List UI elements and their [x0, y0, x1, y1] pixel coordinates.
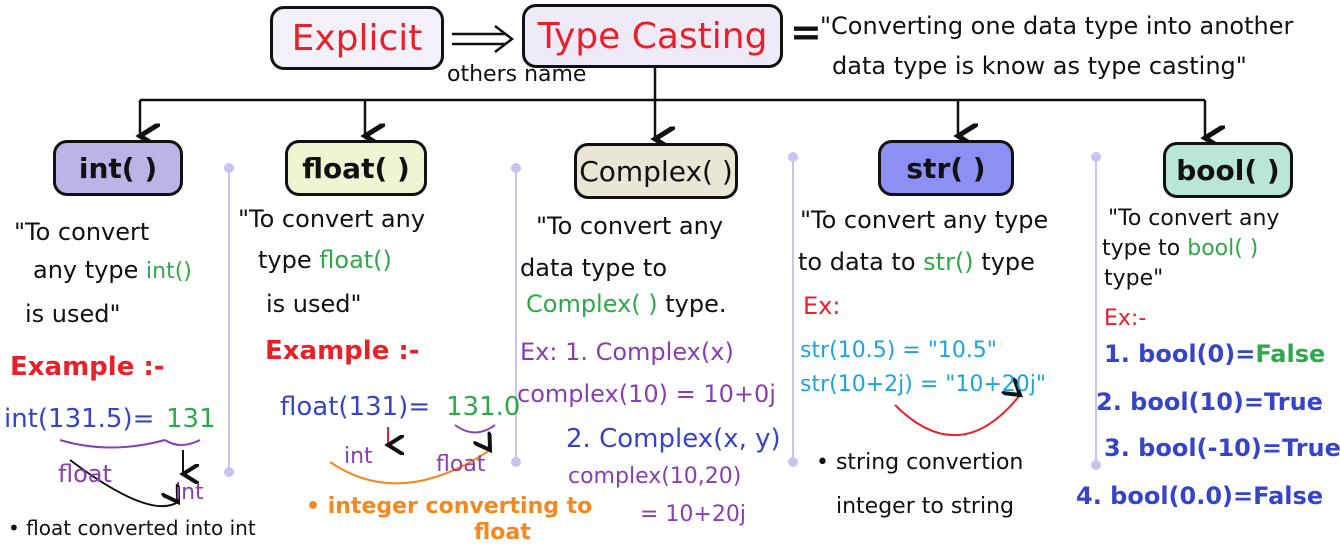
explicit-box: Explicit — [270, 6, 444, 70]
bool-ex3: 3. bool(-10)=True — [1104, 434, 1340, 462]
float-desc-line-2: type float() — [258, 246, 392, 274]
float-desc-line-1: "To convert any — [238, 205, 426, 233]
complex-desc-line-1: "To convert any — [536, 212, 724, 240]
definition-line-1: "Converting one data type into another — [820, 12, 1294, 40]
str-desc-line-2: to data to str() type — [798, 248, 1035, 276]
divider-dot — [788, 152, 798, 162]
bool-ex1: 1. bool(0)=False — [1104, 340, 1326, 368]
complex-desc-line-2: data type to — [520, 254, 668, 282]
int-example-rhs: 131 — [166, 404, 216, 434]
divider-dot — [1091, 152, 1101, 162]
complex-ex2-call: complex(10,20) — [568, 464, 742, 489]
float-example-title: Example :- — [265, 336, 420, 366]
bool-ex4: 4. bool(0.0)=False — [1076, 482, 1324, 510]
complex-box: Complex( ) — [574, 143, 738, 199]
str-ex1: str(10.5) = "10.5" — [800, 338, 997, 363]
bool-desc-line-2: type to bool( ) — [1102, 236, 1259, 261]
int-desc-line-2: any type int() — [33, 256, 192, 284]
int-note: • float converted into int — [8, 516, 256, 540]
int-from-label: float — [58, 460, 112, 488]
str-label: str( ) — [906, 151, 986, 185]
bool-desc-line-3: type" — [1104, 266, 1164, 291]
int-example-title: Example :- — [10, 352, 165, 382]
definition-line-2: data type is know as type casting" — [832, 52, 1247, 80]
float-note-line-1: • integer converting to — [306, 494, 593, 519]
int-box: int( ) — [53, 140, 183, 196]
complex-desc-line-3: Complex( ) type. — [526, 290, 727, 318]
str-desc-line-1: "To convert any type — [800, 206, 1049, 234]
explicit-label: Explicit — [291, 17, 423, 59]
str-box: str( ) — [878, 140, 1014, 196]
bool-desc-line-1: "To convert any — [1108, 206, 1280, 231]
float-example-rhs: 131.0 — [446, 392, 521, 422]
int-label: int( ) — [78, 151, 158, 185]
bool-label: bool( ) — [1176, 153, 1280, 187]
divider-dot — [224, 467, 234, 477]
complex-ex2-value: = 10+20j — [640, 502, 746, 527]
bool-box: bool( ) — [1163, 142, 1293, 198]
float-from-label: int — [344, 444, 373, 469]
float-note-line-2: float — [474, 520, 531, 545]
float-desc-line-3: is used" — [266, 290, 362, 318]
equals-sign: = — [790, 10, 822, 54]
int-to-label: int — [175, 480, 204, 505]
divider-dot — [511, 457, 521, 467]
bool-ex2: 2. bool(10)=True — [1096, 388, 1323, 416]
type-casting-box: Type Casting — [522, 4, 783, 68]
complex-ex1-value: complex(10) = 10+0j — [517, 380, 776, 408]
float-to-label: float — [436, 452, 486, 477]
str-note-line-1: • string convertion — [816, 450, 1024, 475]
divider-dot — [788, 457, 798, 467]
complex-ex1-label: Ex: 1. Complex(x) — [520, 338, 734, 366]
complex-label: Complex( ) — [579, 154, 733, 188]
divider-dot — [224, 163, 234, 173]
divider-dot — [511, 163, 521, 173]
int-example-lhs: int(131.5)= — [4, 404, 155, 434]
type-casting-label: Type Casting — [537, 15, 768, 57]
complex-ex2-label: 2. Complex(x, y) — [566, 424, 781, 454]
str-note-line-2: integer to string — [836, 494, 1014, 519]
float-label: float( ) — [302, 151, 410, 185]
int-desc-line-3: is used" — [25, 300, 121, 328]
int-desc-line-1: "To convert — [14, 218, 150, 246]
bool-ex-label: Ex:- — [1104, 306, 1147, 331]
str-ex2: str(10+2j) = "10+20j" — [800, 372, 1047, 397]
float-box: float( ) — [285, 140, 427, 196]
divider-dot — [1091, 460, 1101, 470]
float-example-lhs: float(131)= — [280, 392, 431, 422]
str-ex-label: Ex: — [803, 292, 841, 320]
